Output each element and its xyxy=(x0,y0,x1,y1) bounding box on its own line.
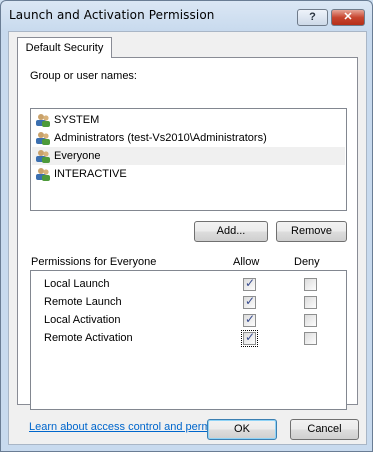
user-name: INTERACTIVE xyxy=(54,168,127,180)
remove-button[interactable]: Remove xyxy=(276,221,347,242)
permissions-header: Permissions for Everyone xyxy=(31,256,157,268)
allow-checkbox[interactable] xyxy=(241,330,258,347)
permission-row: Local Launch xyxy=(31,276,346,294)
help-button[interactable]: ? xyxy=(297,9,328,26)
group-user-list[interactable]: SYSTEM Administrators (test-Vs2010\Admin… xyxy=(30,108,347,211)
dialog-client-area: Default Security Group or user names: SY… xyxy=(8,31,367,445)
users-icon xyxy=(36,114,50,127)
tab-panel: Group or user names: SYSTEM Administrato… xyxy=(17,57,358,410)
window-title: Launch and Activation Permission xyxy=(9,8,215,22)
users-icon xyxy=(36,168,50,181)
permission-row: Local Activation xyxy=(31,312,346,330)
allow-checkbox[interactable] xyxy=(243,312,256,327)
permission-name: Remote Launch xyxy=(44,296,122,308)
permission-name: Local Launch xyxy=(44,278,110,290)
dialog-window: Launch and Activation Permission ? ✕ Def… xyxy=(0,0,373,452)
allow-checkbox[interactable] xyxy=(243,294,256,309)
close-button[interactable]: ✕ xyxy=(331,9,365,26)
list-item[interactable]: INTERACTIVE xyxy=(32,165,345,183)
permissions-list: Local Launch Remote Launch Local Activat… xyxy=(30,270,347,410)
deny-checkbox[interactable] xyxy=(304,314,317,327)
users-icon xyxy=(36,150,50,163)
users-icon xyxy=(36,132,50,145)
list-item[interactable]: SYSTEM xyxy=(32,111,345,129)
deny-checkbox[interactable] xyxy=(304,296,317,309)
ok-button[interactable]: OK xyxy=(207,419,277,440)
add-button[interactable]: Add... xyxy=(194,221,268,242)
permission-row: Remote Activation xyxy=(31,330,346,348)
permission-row: Remote Launch xyxy=(31,294,346,312)
list-item[interactable]: Administrators (test-Vs2010\Administrato… xyxy=(32,129,345,147)
user-name: Everyone xyxy=(54,150,101,162)
group-list-label: Group or user names: xyxy=(30,70,137,82)
list-item[interactable]: Everyone xyxy=(32,147,345,165)
allow-checkbox[interactable] xyxy=(243,276,256,291)
allow-column-header: Allow xyxy=(233,256,260,268)
deny-checkbox[interactable] xyxy=(304,278,317,291)
permission-name: Local Activation xyxy=(44,314,121,326)
cancel-button[interactable]: Cancel xyxy=(290,419,359,440)
tab-default-security[interactable]: Default Security xyxy=(17,37,112,58)
permission-name: Remote Activation xyxy=(44,332,133,344)
deny-checkbox[interactable] xyxy=(304,332,317,345)
user-name: SYSTEM xyxy=(54,114,100,126)
user-name: Administrators (test-Vs2010\Administrato… xyxy=(54,132,267,144)
deny-column-header: Deny xyxy=(294,256,320,268)
